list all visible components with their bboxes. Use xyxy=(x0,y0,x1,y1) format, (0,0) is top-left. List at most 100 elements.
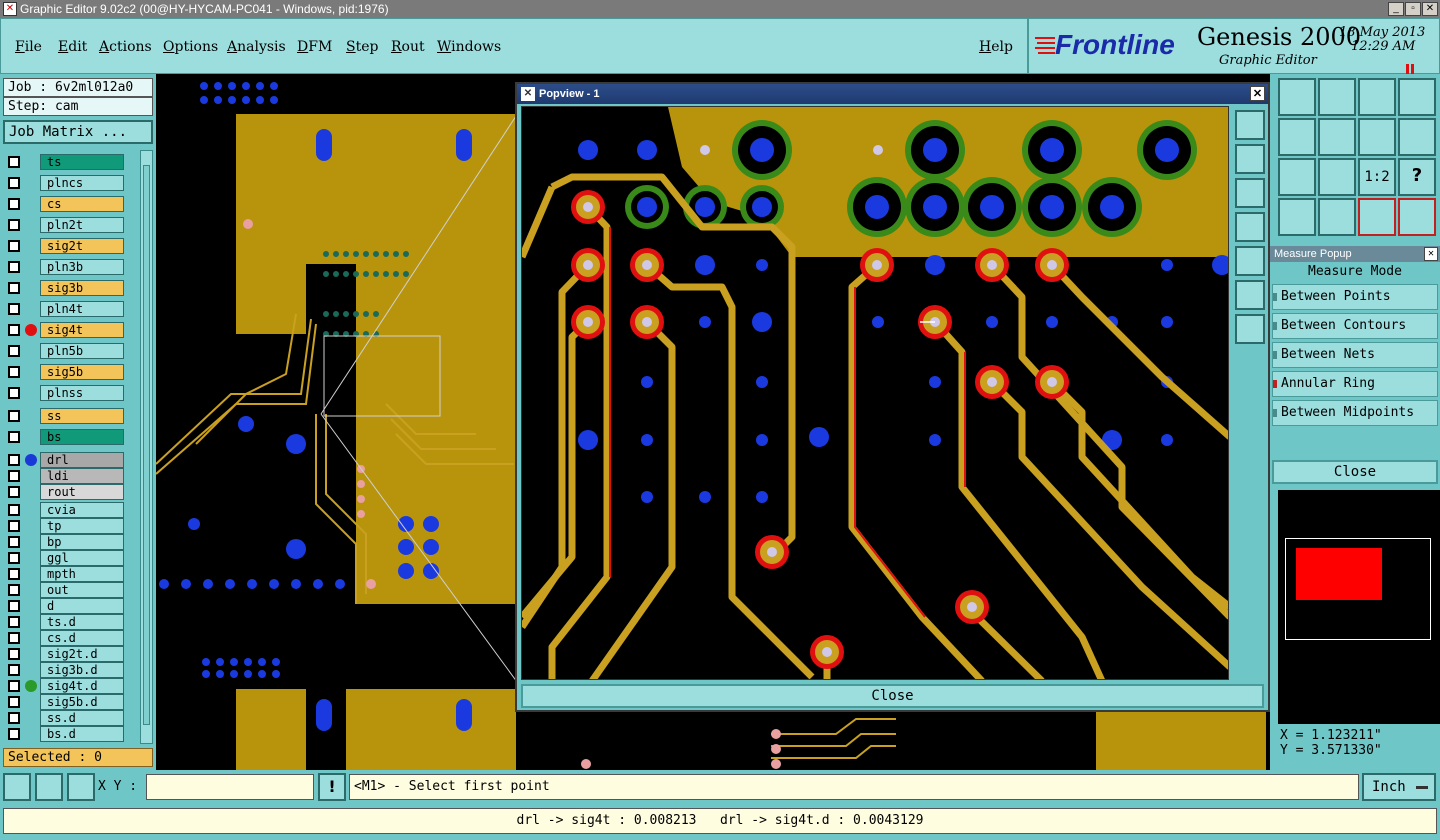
popview-zoom-in-icon[interactable] xyxy=(1235,280,1265,310)
layer-checkbox[interactable] xyxy=(8,648,20,660)
layer-checkbox[interactable] xyxy=(8,345,20,357)
measure-option-between-points[interactable]: Between Points xyxy=(1272,284,1438,310)
layer-checkbox[interactable] xyxy=(8,616,20,628)
menu-actions[interactable]: Actions xyxy=(99,39,152,55)
menu-file[interactable]: File xyxy=(15,39,42,55)
layer-row-mpth[interactable]: mpth xyxy=(6,566,124,582)
view-up-icon[interactable] xyxy=(1278,78,1316,116)
layer-row-ss[interactable]: ss xyxy=(6,408,124,424)
view-zoom-fit-icon[interactable] xyxy=(1278,158,1316,196)
measure-option-annular-ring[interactable]: Annular Ring xyxy=(1272,371,1438,397)
measure-tool-icon[interactable] xyxy=(35,773,63,801)
pause-icon[interactable] xyxy=(1406,59,1414,74)
layer-row-cs[interactable]: cs xyxy=(6,196,124,212)
layer-checkbox[interactable] xyxy=(8,282,20,294)
layer-row-sig4t[interactable]: sig4t xyxy=(6,322,124,338)
layer-row-pln4t[interactable]: pln4t xyxy=(6,301,124,317)
layer-checkbox[interactable] xyxy=(8,664,20,676)
xy-input[interactable] xyxy=(146,774,314,800)
view-down-icon[interactable] xyxy=(1318,78,1356,116)
popview-canvas[interactable] xyxy=(521,106,1229,680)
layer-checkbox[interactable] xyxy=(8,600,20,612)
layer-checkbox[interactable] xyxy=(8,728,20,740)
layer-row-bs-d[interactable]: bs.d xyxy=(6,726,124,742)
layer-row-ts[interactable]: ts xyxy=(6,154,124,170)
popview-pan-left-icon[interactable] xyxy=(1235,212,1265,242)
layer-row-pln3b[interactable]: pln3b xyxy=(6,259,124,275)
layer-checkbox[interactable] xyxy=(8,568,20,580)
layer-row-tp[interactable]: tp xyxy=(6,518,124,534)
layer-row-bp[interactable]: bp xyxy=(6,534,124,550)
layer-checkbox[interactable] xyxy=(8,680,20,692)
layer-checkbox[interactable] xyxy=(8,410,20,422)
job-matrix-button[interactable]: Job Matrix ... xyxy=(3,120,153,144)
layer-row-sig5b[interactable]: sig5b xyxy=(6,364,124,380)
scrollbar-thumb[interactable] xyxy=(143,165,150,725)
overview-view-rectangle[interactable] xyxy=(1296,548,1382,600)
menu-edit[interactable]: Edit xyxy=(58,39,87,55)
popview-close-icon[interactable]: ✕ xyxy=(1250,86,1265,101)
view-net-icon[interactable] xyxy=(1398,198,1436,236)
layer-checkbox[interactable] xyxy=(8,177,20,189)
layer-row-drl[interactable]: drl xyxy=(6,452,124,468)
view-right-icon[interactable] xyxy=(1318,118,1356,156)
layer-checkbox[interactable] xyxy=(8,431,20,443)
layer-row-plncs[interactable]: plncs xyxy=(6,175,124,191)
menu-step[interactable]: Step xyxy=(346,39,378,55)
layer-row-sig5b-d[interactable]: sig5b.d xyxy=(6,694,124,710)
overview-map[interactable] xyxy=(1278,490,1440,652)
measure-option-between-midpoints[interactable]: Between Midpoints xyxy=(1272,400,1438,426)
view-grid-icon[interactable] xyxy=(1318,198,1356,236)
popview-zoom-home-icon[interactable] xyxy=(1235,110,1265,140)
layer-checkbox[interactable] xyxy=(8,198,20,210)
layer-row-out[interactable]: out xyxy=(6,582,124,598)
layer-checkbox[interactable] xyxy=(8,520,20,532)
menu-options[interactable]: Options xyxy=(163,39,218,55)
snap-grid-icon[interactable] xyxy=(67,773,95,801)
popview-pan-right-icon[interactable] xyxy=(1235,246,1265,276)
layer-checkbox[interactable] xyxy=(8,486,20,498)
layer-row-plnss[interactable]: plnss xyxy=(6,385,124,401)
layer-checkbox[interactable] xyxy=(8,366,20,378)
view-mirror-icon[interactable] xyxy=(1398,118,1436,156)
minimize-button[interactable]: _ xyxy=(1388,2,1404,16)
popview-pan-down-icon[interactable] xyxy=(1235,178,1265,208)
layer-row-cs-d[interactable]: cs.d xyxy=(6,630,124,646)
menu-rout[interactable]: Rout xyxy=(391,39,425,55)
menu-analysis[interactable]: Analysis xyxy=(227,39,286,55)
layer-checkbox[interactable] xyxy=(8,240,20,252)
view-help-icon[interactable]: ? xyxy=(1398,158,1436,196)
layer-checkbox[interactable] xyxy=(8,584,20,596)
view-home-icon[interactable] xyxy=(1358,78,1396,116)
popview-zoom-out-icon[interactable] xyxy=(1235,314,1265,344)
layer-row-ss-d[interactable]: ss.d xyxy=(6,710,124,726)
layer-row-sig2t[interactable]: sig2t xyxy=(6,238,124,254)
measure-close-button[interactable]: Close xyxy=(1272,460,1438,484)
layer-checkbox[interactable] xyxy=(8,552,20,564)
layer-checkbox[interactable] xyxy=(8,303,20,315)
layer-row-pln5b[interactable]: pln5b xyxy=(6,343,124,359)
popview-close-button[interactable]: Close xyxy=(521,684,1264,708)
units-dropdown[interactable]: Inch xyxy=(1362,773,1436,801)
layer-row-bs[interactable]: bs xyxy=(6,429,124,445)
layer-row-sig3b-d[interactable]: sig3b.d xyxy=(6,662,124,678)
view-snap-icon[interactable] xyxy=(1278,198,1316,236)
zoom-area-icon[interactable] xyxy=(3,773,31,801)
view-scale-one-icon[interactable]: 1:2 xyxy=(1358,158,1396,196)
maximize-button[interactable]: ▫ xyxy=(1405,2,1421,16)
layer-checkbox[interactable] xyxy=(8,156,20,168)
layer-checkbox[interactable] xyxy=(8,387,20,399)
layer-checkbox[interactable] xyxy=(8,454,20,466)
layer-row-sig2t-d[interactable]: sig2t.d xyxy=(6,646,124,662)
layer-checkbox[interactable] xyxy=(8,504,20,516)
measure-option-between-contours[interactable]: Between Contours xyxy=(1272,313,1438,339)
layer-row-ldi[interactable]: ldi xyxy=(6,468,124,484)
layer-checkbox[interactable] xyxy=(8,261,20,273)
view-window-icon[interactable] xyxy=(1398,78,1436,116)
menu-windows[interactable]: Windows xyxy=(437,39,501,55)
layer-checkbox[interactable] xyxy=(8,470,20,482)
layer-row-ggl[interactable]: ggl xyxy=(6,550,124,566)
view-zoom-center-icon[interactable] xyxy=(1318,158,1356,196)
layer-checkbox[interactable] xyxy=(8,324,20,336)
view-rotate-icon[interactable] xyxy=(1358,118,1396,156)
